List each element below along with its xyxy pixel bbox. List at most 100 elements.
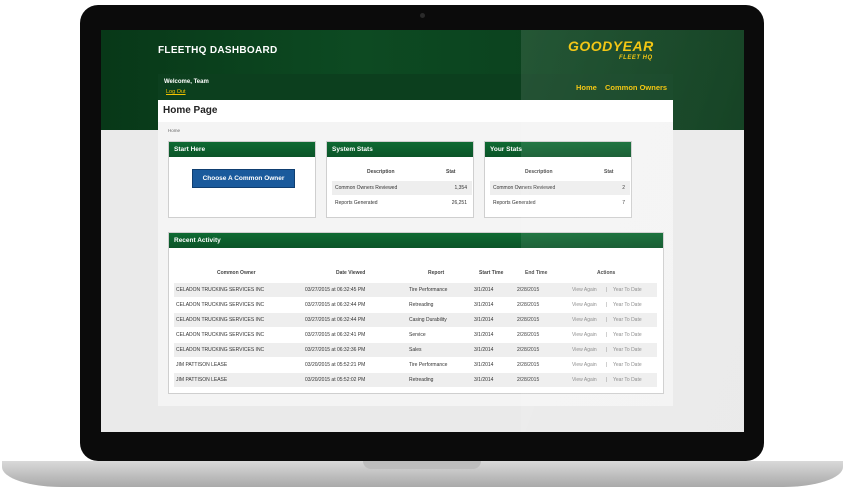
logo-subtitle: FLEET HQ [619,55,653,61]
page-title: Home Page [163,105,218,116]
column-header-report: Report [428,270,445,276]
cell-date: 03/27/2015 at 06:32:44 PM [305,302,366,308]
system-stats-panel: System Stats Description Stat Common Own… [326,141,474,218]
year-to-date-link[interactable]: Year To Date [613,358,642,372]
view-again-link[interactable]: View Again [572,358,597,372]
view-again-link[interactable]: View Again [572,313,597,327]
choose-common-owner-button[interactable]: Choose A Common Owner [192,169,295,188]
cell-owner: CELADON TRUCKING SERVICES INC [176,332,265,338]
goodyear-logo[interactable]: GOODYEAR [568,38,654,54]
stat-row: Common Owners Reviewed 2 [490,181,630,195]
welcome-text: Welcome, Team [164,79,209,85]
cell-date: 03/27/2015 at 06:32:36 PM [305,347,366,353]
cell-owner: JIM PATTISON LEASE [176,362,228,368]
column-header-actions: Actions [597,270,616,276]
camera-icon [420,13,425,18]
page-content: Home Page Home Start Here Choose A Commo… [158,100,673,406]
user-nav-bar: Welcome, Team Log Out Home Common Owners [158,74,673,100]
cell-start: 3/1/2014 [474,287,494,293]
stat-value: 2 [622,185,625,191]
cell-owner: CELADON TRUCKING SERVICES INC [176,287,265,293]
column-header-stat: Stat [604,169,614,175]
table-row: CELADON TRUCKING SERVICES INC 03/27/2015… [174,283,657,297]
column-header-description: Description [525,169,553,175]
nav-home-link[interactable]: Home [576,83,597,92]
view-again-link[interactable]: View Again [572,373,597,387]
column-header-stat: Stat [446,169,456,175]
table-row: CELADON TRUCKING SERVICES INC 03/27/2015… [174,343,657,357]
action-separator: | [606,317,608,323]
your-stats-panel: Your Stats Description Stat Common Owner… [484,141,632,218]
table-row: CELADON TRUCKING SERVICES INC 03/27/2015… [174,313,657,327]
cell-report: Sales [409,347,422,353]
view-again-link[interactable]: View Again [572,283,597,297]
breadcrumb[interactable]: Home [168,128,180,133]
cell-owner: CELADON TRUCKING SERVICES INC [176,302,265,308]
cell-date: 03/27/2015 at 06:32:41 PM [305,332,366,338]
cell-date: 03/20/2015 at 05:52:21 PM [305,362,366,368]
table-row: CELADON TRUCKING SERVICES INC 03/27/2015… [174,328,657,342]
year-to-date-link[interactable]: Year To Date [613,343,642,357]
cell-report: Service [409,332,426,338]
action-separator: | [606,347,608,353]
year-to-date-link[interactable]: Year To Date [613,328,642,342]
column-header-description: Description [367,169,395,175]
start-here-title: Start Here [169,142,315,157]
cell-end: 2/28/2015 [517,362,540,368]
cell-owner: JIM PATTISON LEASE [176,377,228,383]
view-again-link[interactable]: View Again [572,328,597,342]
table-row: CELADON TRUCKING SERVICES INC 03/27/2015… [174,298,657,312]
stat-description: Reports Generated [493,200,536,206]
action-separator: | [606,287,608,293]
cell-start: 3/1/2014 [474,317,494,323]
cell-report: Tire Performance [409,362,448,368]
column-header-common-owner: Common Owner [217,270,256,276]
start-here-panel: Start Here Choose A Common Owner [168,141,316,218]
stat-value: 7 [622,200,625,206]
view-again-link[interactable]: View Again [572,343,597,357]
cell-owner: CELADON TRUCKING SERVICES INC [176,317,265,323]
table-row: JIM PATTISON LEASE 03/20/2015 at 05:52:0… [174,373,657,387]
cell-start: 3/1/2014 [474,377,494,383]
cell-start: 3/1/2014 [474,362,494,368]
app-title: FLEETHQ DASHBOARD [158,45,278,56]
stat-row: Reports Generated 7 [490,196,630,210]
nav-common-owners-link[interactable]: Common Owners [605,83,667,92]
year-to-date-link[interactable]: Year To Date [613,313,642,327]
laptop-notch [363,461,481,469]
logout-link[interactable]: Log Out [166,89,186,95]
your-stats-title: Your Stats [485,142,631,157]
year-to-date-link[interactable]: Year To Date [613,373,642,387]
cell-date: 03/27/2015 at 06:32:45 PM [305,287,366,293]
stat-description: Common Owners Reviewed [493,185,556,191]
cell-end: 2/28/2015 [517,287,540,293]
screen: FLEETHQ DASHBOARD GOODYEAR FLEET HQ Welc… [101,30,744,432]
column-header-end-time: End Time [525,270,548,276]
year-to-date-link[interactable]: Year To Date [613,283,642,297]
stat-description: Common Owners Reviewed [335,185,398,191]
page-title-bar: Home Page [158,100,673,122]
stat-row: Reports Generated 26,251 [332,196,472,210]
cell-start: 3/1/2014 [474,347,494,353]
cell-report: Casing Durability [409,317,447,323]
action-separator: | [606,332,608,338]
year-to-date-link[interactable]: Year To Date [613,298,642,312]
cell-start: 3/1/2014 [474,332,494,338]
stat-value: 26,251 [451,200,467,206]
table-row: JIM PATTISON LEASE 03/20/2015 at 05:52:2… [174,358,657,372]
cell-owner: CELADON TRUCKING SERVICES INC [176,347,265,353]
action-separator: | [606,377,608,383]
cell-date: 03/20/2015 at 05:52:02 PM [305,377,366,383]
stat-value: 1,354 [454,185,467,191]
cell-start: 3/1/2014 [474,302,494,308]
stat-description: Reports Generated [335,200,378,206]
cell-date: 03/27/2015 at 06:32:44 PM [305,317,366,323]
cell-end: 2/28/2015 [517,302,540,308]
cell-end: 2/28/2015 [517,332,540,338]
cell-end: 2/28/2015 [517,347,540,353]
column-header-start-time: Start Time [479,270,504,276]
cell-end: 2/28/2015 [517,317,540,323]
system-stats-title: System Stats [327,142,473,157]
view-again-link[interactable]: View Again [572,298,597,312]
stat-row: Common Owners Reviewed 1,354 [332,181,472,195]
